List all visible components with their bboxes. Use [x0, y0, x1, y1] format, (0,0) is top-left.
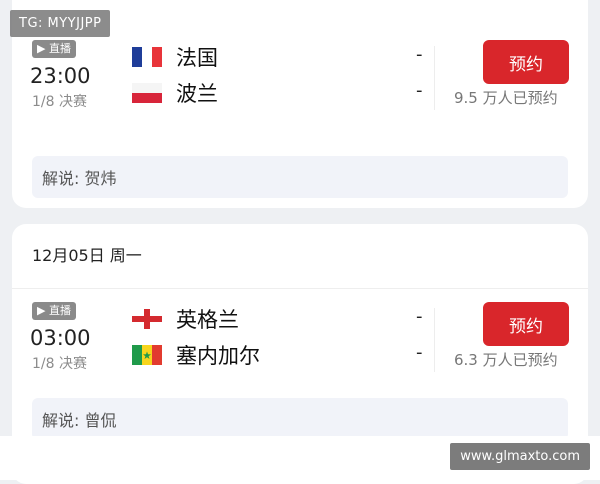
team-away: 波兰 [132, 80, 218, 106]
france-flag-icon [132, 47, 162, 67]
match-time: 23:00 [30, 64, 91, 88]
senegal-flag-icon [132, 345, 162, 365]
poland-flag-icon [132, 83, 162, 103]
reserve-count: 6.3 万人已预约 [454, 351, 558, 369]
reserve-button[interactable]: 预约 [483, 302, 569, 346]
team-name: 波兰 [176, 82, 218, 106]
divider [434, 308, 435, 372]
match-row[interactable]: ▶ 直播 23:00 1/8 决赛 法国 波兰 - - 预约 9.5 万人已预约 [12, 40, 588, 132]
score-away: - [416, 342, 423, 363]
team-home: 法国 [132, 44, 218, 70]
commentary-bar[interactable]: 解说: 贺炜 [32, 156, 568, 198]
commentary-bar[interactable]: 解说: 曾侃 [32, 398, 568, 440]
team-name: 英格兰 [176, 308, 239, 332]
team-name: 法国 [176, 46, 218, 70]
reserve-button[interactable]: 预约 [483, 40, 569, 84]
watermark-top: TG: MYYJJPP [10, 10, 111, 37]
divider [12, 288, 588, 289]
score-home: - [416, 44, 423, 65]
team-away: 塞内加尔 [132, 342, 260, 368]
live-badge: ▶ 直播 [32, 40, 76, 58]
score-home: - [416, 306, 423, 327]
team-home: 英格兰 [132, 306, 239, 332]
divider [434, 46, 435, 110]
watermark-bottom: www.glmaxto.com [450, 443, 590, 470]
match-time: 03:00 [30, 326, 91, 350]
team-name: 塞内加尔 [176, 344, 260, 368]
england-flag-icon [132, 309, 162, 329]
live-badge: ▶ 直播 [32, 302, 76, 320]
match-round: 1/8 决赛 [32, 356, 87, 372]
reserve-count: 9.5 万人已预约 [454, 89, 558, 107]
score-away: - [416, 80, 423, 101]
match-round: 1/8 决赛 [32, 94, 87, 110]
date-header: 12月05日 周一 [32, 246, 142, 265]
match-row[interactable]: ▶ 直播 03:00 1/8 决赛 英格兰 塞内加尔 - - 预约 6.3 万人… [12, 302, 588, 394]
